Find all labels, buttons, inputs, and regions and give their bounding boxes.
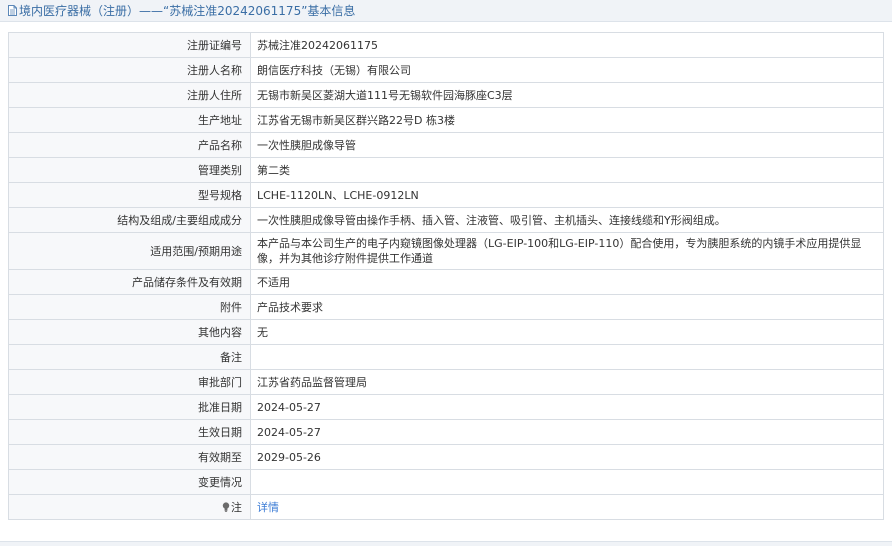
table-row: 批准日期 2024-05-27 (8, 394, 884, 420)
row-value: 一次性胰胆成像导管 (250, 132, 884, 158)
note-row-value: 详情 (250, 494, 884, 520)
table-row: 其他内容 无 (8, 319, 884, 345)
note-label-text: 注 (231, 500, 242, 514)
row-label: 生产地址 (8, 107, 251, 133)
row-value: 2024-05-27 (250, 419, 884, 445)
row-label: 管理类别 (8, 157, 251, 183)
row-label: 注册人住所 (8, 82, 251, 108)
header-bar: 境内医疗器械（注册）——“苏械注准20242061175”基本信息 (0, 0, 892, 22)
row-value: LCHE-1120LN、LCHE-0912LN (250, 182, 884, 208)
row-value: 产品技术要求 (250, 294, 884, 320)
row-value: 不适用 (250, 269, 884, 295)
row-label: 注册人名称 (8, 57, 251, 83)
table-row: 生效日期 2024-05-27 (8, 419, 884, 445)
row-label: 注册证编号 (8, 32, 251, 58)
note-row-label: 注 (8, 494, 251, 520)
table-row: 适用范围/预期用途 本产品与本公司生产的电子内窥镜图像处理器（LG-EIP-10… (8, 232, 884, 270)
row-value: 无 (250, 319, 884, 345)
row-label: 型号规格 (8, 182, 251, 208)
detail-table: 注册证编号 苏械注准20242061175 注册人名称 朗信医疗科技（无锡）有限… (8, 32, 884, 520)
table-row: 审批部门 江苏省药品监督管理局 (8, 369, 884, 395)
page-title: 境内医疗器械（注册）——“苏械注准20242061175”基本信息 (8, 2, 355, 19)
table-row: 生产地址 江苏省无锡市新吴区群兴路22号D 栋3楼 (8, 107, 884, 133)
table-row: 注 详情 (8, 494, 884, 520)
row-value: 朗信医疗科技（无锡）有限公司 (250, 57, 884, 83)
table-row: 产品储存条件及有效期 不适用 (8, 269, 884, 295)
row-value: 江苏省药品监督管理局 (250, 369, 884, 395)
row-label: 适用范围/预期用途 (8, 232, 251, 270)
row-label: 其他内容 (8, 319, 251, 345)
table-row: 注册人名称 朗信医疗科技（无锡）有限公司 (8, 57, 884, 83)
table-row: 注册证编号 苏械注准20242061175 (8, 32, 884, 58)
table-row: 产品名称 一次性胰胆成像导管 (8, 132, 884, 158)
row-label: 结构及组成/主要组成成分 (8, 207, 251, 233)
row-label: 审批部门 (8, 369, 251, 395)
row-value (250, 344, 884, 370)
page-title-text: 境内医疗器械（注册）——“苏械注准20242061175”基本信息 (19, 4, 356, 18)
row-label: 有效期至 (8, 444, 251, 470)
table-row: 结构及组成/主要组成成分 一次性胰胆成像导管由操作手柄、插入管、注液管、吸引管、… (8, 207, 884, 233)
bottom-bar (0, 541, 892, 546)
row-value: 2024-05-27 (250, 394, 884, 420)
row-label: 批准日期 (8, 394, 251, 420)
row-value: 第二类 (250, 157, 884, 183)
row-value: 江苏省无锡市新吴区群兴路22号D 栋3楼 (250, 107, 884, 133)
table-row: 管理类别 第二类 (8, 157, 884, 183)
row-value: 本产品与本公司生产的电子内窥镜图像处理器（LG-EIP-100和LG-EIP-1… (250, 232, 884, 270)
table-row: 备注 (8, 344, 884, 370)
document-icon (8, 5, 17, 16)
row-label: 产品名称 (8, 132, 251, 158)
row-label: 产品储存条件及有效期 (8, 269, 251, 295)
table-row: 有效期至 2029-05-26 (8, 444, 884, 470)
table-row: 附件 产品技术要求 (8, 294, 884, 320)
table-row: 注册人住所 无锡市新吴区菱湖大道111号无锡软件园海豚座C3层 (8, 82, 884, 108)
row-value: 无锡市新吴区菱湖大道111号无锡软件园海豚座C3层 (250, 82, 884, 108)
row-label: 生效日期 (8, 419, 251, 445)
row-value: 苏械注准20242061175 (250, 32, 884, 58)
table-row: 变更情况 (8, 469, 884, 495)
row-label: 附件 (8, 294, 251, 320)
lightbulb-icon (222, 501, 230, 512)
row-value: 2029-05-26 (250, 444, 884, 470)
table-row: 型号规格 LCHE-1120LN、LCHE-0912LN (8, 182, 884, 208)
row-label: 变更情况 (8, 469, 251, 495)
row-value (250, 469, 884, 495)
details-link[interactable]: 详情 (257, 501, 279, 514)
row-value: 一次性胰胆成像导管由操作手柄、插入管、注液管、吸引管、主机插头、连接线缆和Y形阀… (250, 207, 884, 233)
row-label: 备注 (8, 344, 251, 370)
